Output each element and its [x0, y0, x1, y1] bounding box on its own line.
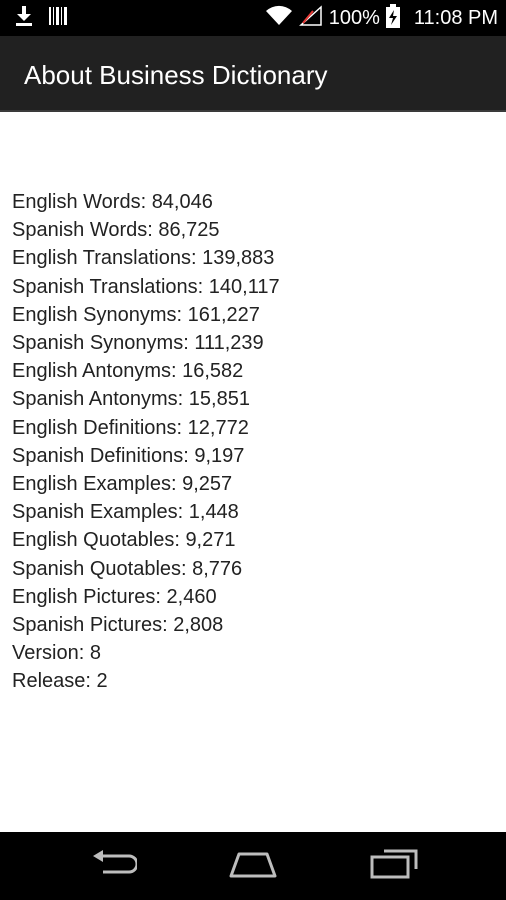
stat-spanish-words: Spanish Words: 86,725	[12, 219, 220, 242]
stat-english-definitions: English Definitions: 12,772	[12, 416, 249, 439]
home-button[interactable]	[221, 846, 285, 886]
stat-spanish-antonyms: Spanish Antonyms: 15,851	[12, 388, 250, 411]
stat-spanish-synonyms: Spanish Synonyms: 111,239	[12, 332, 264, 355]
recent-apps-icon	[368, 849, 420, 884]
home-icon	[225, 850, 281, 883]
clock: 11:08 PM	[413, 6, 498, 29]
stat-english-antonyms: English Antonyms: 16,582	[12, 360, 244, 383]
stats-list: English Words: 84,046 Spanish Words: 86,…	[12, 188, 492, 696]
back-button[interactable]	[81, 846, 145, 886]
download-icon	[14, 5, 34, 32]
stat-spanish-definitions: Spanish Definitions: 9,197	[12, 444, 245, 467]
stat-english-quotables: English Quotables: 9,271	[12, 529, 236, 552]
page-title: About Business Dictionary	[24, 60, 328, 90]
stat-spanish-examples: Spanish Examples: 1,448	[12, 501, 239, 524]
signal-no-data-icon	[298, 4, 323, 32]
back-icon	[89, 849, 139, 883]
barcode-icon	[48, 5, 68, 32]
battery-percent: 100%	[328, 6, 380, 29]
stat-english-words: English Words: 84,046	[12, 191, 213, 213]
action-bar: About Business Dictionary	[0, 36, 506, 112]
stat-version: Version: 8	[12, 642, 101, 665]
navigation-bar	[0, 832, 506, 900]
stat-release: Release: 2	[12, 670, 108, 693]
status-notifications	[14, 5, 68, 31]
recent-apps-button[interactable]	[362, 846, 426, 886]
stat-english-synonyms: English Synonyms: 161,227	[12, 303, 260, 326]
wifi-icon	[265, 5, 293, 32]
stat-english-translations: English Translations: 139,883	[12, 247, 275, 270]
battery-charging-icon	[385, 3, 400, 33]
stat-spanish-quotables: Spanish Quotables: 8,776	[12, 557, 243, 580]
status-indicators: 100% 11:08 PM	[265, 0, 498, 36]
stat-spanish-pictures: Spanish Pictures: 2,808	[12, 614, 224, 637]
status-bar: 100% 11:08 PM	[0, 0, 506, 36]
stat-spanish-translations: Spanish Translations: 140,117	[12, 275, 280, 298]
stat-english-pictures: English Pictures: 2,460	[12, 585, 217, 608]
stat-english-examples: English Examples: 9,257	[12, 473, 233, 496]
